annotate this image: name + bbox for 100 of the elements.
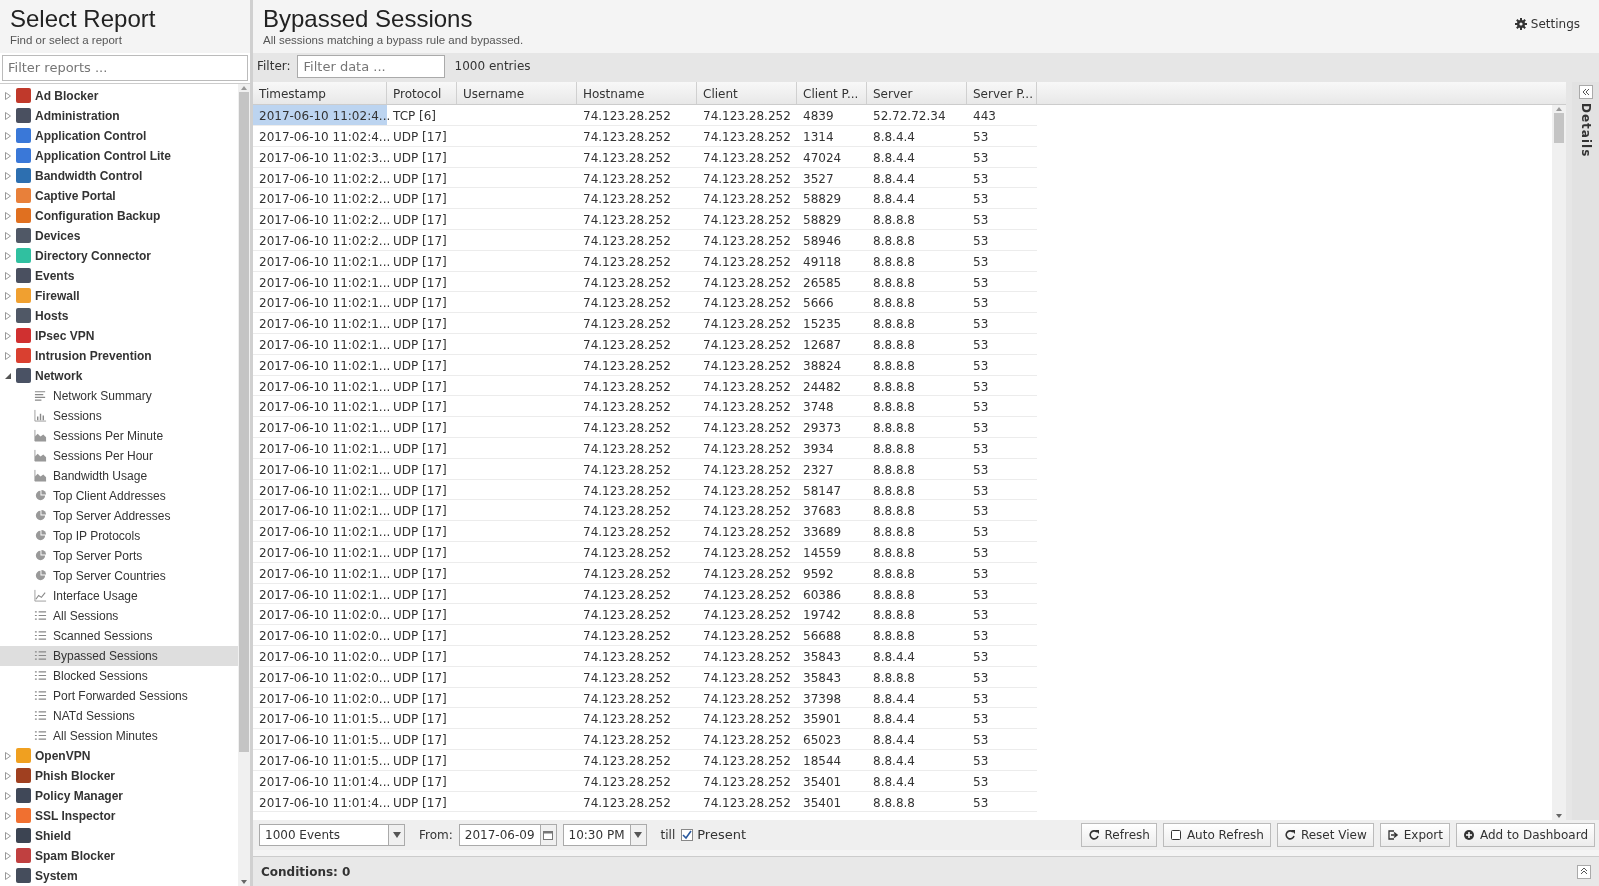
tree-item[interactable]: Network: [0, 365, 238, 386]
bar-chart-icon: [34, 409, 47, 423]
scroll-up-icon[interactable]: [1555, 105, 1563, 114]
tree-item[interactable]: IPsec VPN: [0, 325, 238, 346]
tree-item[interactable]: Network Summary: [0, 385, 238, 406]
tree-item[interactable]: Configuration Backup: [0, 205, 238, 226]
tree-item[interactable]: Administration: [0, 105, 238, 126]
tree-item[interactable]: All Session Minutes: [0, 725, 238, 746]
column-header[interactable]: Server P...: [967, 82, 1037, 105]
tree-item[interactable]: Directory Connector: [0, 245, 238, 266]
tree-item[interactable]: Spam Blocker: [0, 845, 238, 866]
table-cell: UDP [17]: [387, 146, 457, 168]
table-cell: 2017-06-10 11:01:5...: [253, 708, 387, 730]
tree-item[interactable]: Firewall: [0, 285, 238, 306]
tree-item[interactable]: Application Control: [0, 125, 238, 146]
table-cell: 53: [967, 729, 1037, 750]
tree-item[interactable]: Scanned Sessions: [0, 625, 238, 646]
table-cell: 74.123.28.252: [697, 500, 797, 522]
tree-item[interactable]: Bandwidth Control: [0, 165, 238, 186]
scrollbar[interactable]: [1552, 105, 1566, 820]
column-header[interactable]: Client P...: [797, 82, 867, 105]
report-filter-field[interactable]: Filter reports ...: [2, 55, 248, 81]
tree-item[interactable]: Shield: [0, 825, 238, 846]
table-cell: 29373: [797, 417, 867, 438]
table-cell: 24482: [797, 375, 867, 397]
auto-refresh-button[interactable]: Auto Refresh: [1162, 823, 1271, 847]
tree-item[interactable]: Blocked Sessions: [0, 665, 238, 686]
column-header[interactable]: Client: [697, 82, 797, 105]
column-header[interactable]: Server: [867, 82, 967, 105]
export-button[interactable]: Export: [1379, 823, 1450, 847]
tree-item[interactable]: Port Forwarded Sessions: [0, 685, 238, 706]
table-cell: UDP [17]: [387, 292, 457, 314]
refresh-button[interactable]: Refresh: [1080, 823, 1157, 847]
tree-item[interactable]: OpenVPN: [0, 745, 238, 766]
settings-button[interactable]: Settings: [1513, 14, 1581, 34]
tree-item[interactable]: SSL Inspector: [0, 805, 238, 826]
table-cell: 35843: [797, 666, 867, 688]
table-cell: UDP [17]: [387, 645, 457, 667]
refresh-icon: [1283, 829, 1296, 841]
tree-item[interactable]: Hosts: [0, 305, 238, 326]
table-cell: 74.123.28.252: [577, 417, 697, 438]
collapse-icon[interactable]: [4, 371, 12, 380]
tree-item[interactable]: Top Server Addresses: [0, 505, 238, 526]
table-cell: 8.8.8.8: [867, 313, 967, 334]
present-checkbox[interactable]: Present: [681, 825, 747, 845]
tree-item[interactable]: Top Server Countries: [0, 565, 238, 586]
table-cell: 58946: [797, 230, 867, 251]
table-cell: 74.123.28.252: [577, 625, 697, 646]
tree-item[interactable]: Application Control Lite: [0, 145, 238, 166]
table-cell: 74.123.28.252: [697, 292, 797, 314]
details-panel-tab[interactable]: Details: [1576, 103, 1595, 158]
tree-item[interactable]: Bandwidth Usage: [0, 465, 238, 486]
table-cell: 8.8.4.4: [867, 770, 967, 792]
tree-item[interactable]: Devices: [0, 225, 238, 246]
tree-item[interactable]: Intrusion Prevention: [0, 345, 238, 366]
tree-item[interactable]: Bypassed Sessions: [0, 645, 238, 666]
tree-item[interactable]: System: [0, 865, 238, 886]
table-cell: 8.8.8.8: [867, 458, 967, 480]
tree-item[interactable]: Top IP Protocols: [0, 525, 238, 546]
tree-item[interactable]: Sessions Per Hour: [0, 445, 238, 466]
expand-icon[interactable]: [1577, 864, 1591, 879]
column-header[interactable]: Username: [457, 82, 577, 105]
tree-item[interactable]: Events: [0, 265, 238, 286]
table-cell: 8.8.4.4: [867, 645, 967, 667]
scrollbar[interactable]: [238, 83, 250, 886]
table-cell: 74.123.28.252: [577, 146, 697, 168]
reset-view-button[interactable]: Reset View: [1276, 823, 1374, 847]
scroll-down-icon[interactable]: [240, 878, 248, 886]
table-cell: 2017-06-10 11:02:2...: [253, 209, 387, 231]
column-header[interactable]: Hostname: [577, 82, 697, 105]
date-field[interactable]: 2017-06-09: [458, 824, 557, 846]
column-header[interactable]: Timestamp: [253, 82, 387, 105]
tree-item[interactable]: NATd Sessions: [0, 705, 238, 726]
data-filter-field[interactable]: Filter data ...: [296, 54, 445, 78]
table-cell: 2327: [797, 458, 867, 480]
collapse-icon[interactable]: [1578, 85, 1593, 100]
tree-item[interactable]: Phish Blocker: [0, 765, 238, 786]
table-cell: 53: [967, 230, 1037, 251]
table-cell: UDP [17]: [387, 583, 457, 605]
tree-item[interactable]: Ad Blocker: [0, 85, 238, 106]
tree-item[interactable]: Sessions Per Minute: [0, 425, 238, 446]
table-cell: 2017-06-10 11:02:1...: [253, 417, 387, 438]
table-cell: 53: [967, 542, 1037, 563]
tree-item[interactable]: Top Client Addresses: [0, 485, 238, 506]
table-cell: 8.8.8.8: [867, 354, 967, 376]
column-header[interactable]: Protocol: [387, 82, 457, 105]
scroll-thumb[interactable]: [239, 91, 249, 752]
tree-item[interactable]: All Sessions: [0, 605, 238, 626]
table-cell: 2017-06-10 11:01:5...: [253, 749, 387, 771]
tree-item[interactable]: Sessions: [0, 405, 238, 426]
tree-item[interactable]: Policy Manager: [0, 785, 238, 806]
tree-item[interactable]: Captive Portal: [0, 185, 238, 206]
add-to-dashboard-button[interactable]: Add to Dashboard: [1456, 823, 1595, 847]
scroll-thumb[interactable]: [1554, 113, 1564, 144]
table-cell: 2017-06-10 11:02:1...: [253, 438, 387, 459]
tree-item[interactable]: Interface Usage: [0, 585, 238, 606]
tree-item[interactable]: Top Server Ports: [0, 545, 238, 566]
table-cell: 74.123.28.252: [577, 687, 697, 709]
event-limit-dropdown[interactable]: 1000 Events: [259, 824, 405, 846]
time-field[interactable]: 10:30 PM: [562, 824, 647, 846]
